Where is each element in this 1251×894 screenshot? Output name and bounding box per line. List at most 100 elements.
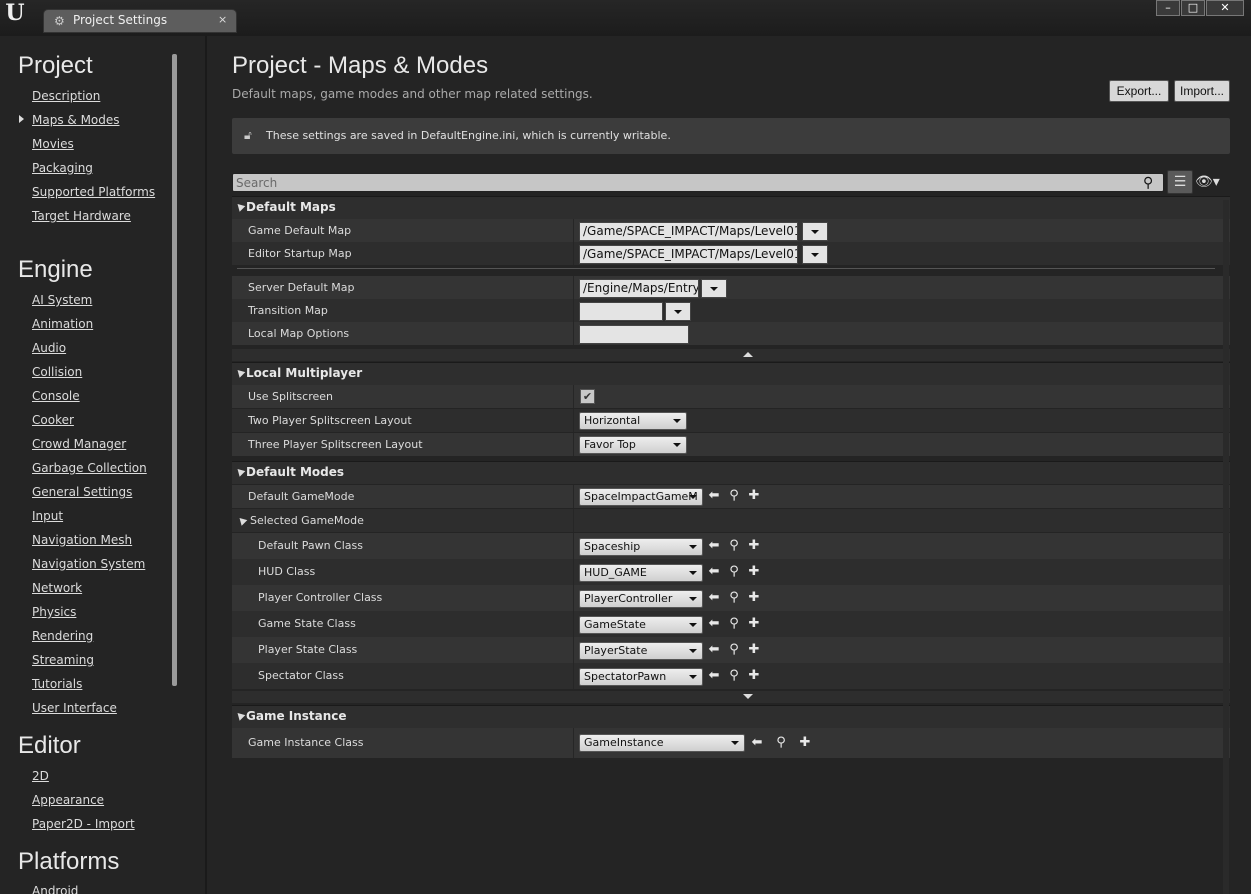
column-splitter[interactable] [573,728,574,758]
minimize-button[interactable]: – [1156,0,1180,16]
sidebar-item-console[interactable]: Console [32,389,80,403]
browse-search-icon[interactable]: ⚲ [774,736,788,750]
sidebar-item-supported-platforms[interactable]: Supported Platforms [32,185,155,199]
sidebar-item-packaging[interactable]: Packaging [32,161,93,175]
sidebar-item-target-hardware[interactable]: Target Hardware [32,209,131,223]
sidebar-item-ai-system[interactable]: AI System [32,293,92,307]
default-pawn-class-select[interactable]: Spaceship [579,538,703,556]
use-selected-arrow-icon[interactable]: ⬅ [707,617,721,631]
hud-class-select[interactable]: HUD_GAME [579,564,703,582]
section-default-modes[interactable]: Default Modes [232,461,1230,484]
sidebar-item-input[interactable]: Input [32,509,63,523]
browse-search-icon[interactable]: ⚲ [727,669,741,683]
search-icon[interactable]: ⚲ [1143,175,1159,191]
three-player-layout-select[interactable]: Favor Top [579,436,687,454]
sidebar-item-movies[interactable]: Movies [32,137,74,151]
use-selected-arrow-icon[interactable]: ⬅ [750,736,764,750]
add-plus-icon[interactable]: ✚ [798,736,812,750]
close-window-button[interactable]: ✕ [1206,0,1244,16]
sidebar-item-navigation-system[interactable]: Navigation System [32,557,145,571]
column-splitter[interactable] [573,385,574,408]
tab-close-icon[interactable]: × [218,13,227,26]
sidebar-item-garbage-collection[interactable]: Garbage Collection [32,461,147,475]
browse-search-icon[interactable]: ⚲ [727,539,741,553]
add-plus-icon[interactable]: ✚ [747,539,761,553]
column-splitter[interactable] [573,611,574,637]
column-splitter[interactable] [573,409,574,432]
import-button[interactable]: Import... [1174,80,1230,102]
list-view-button[interactable]: ☰ [1167,170,1193,194]
section-game-instance[interactable]: Game Instance [232,705,1230,728]
player-state-class-select[interactable]: PlayerState [579,642,703,660]
sidebar-item-cooker[interactable]: Cooker [32,413,74,427]
sidebar-item-network[interactable]: Network [32,581,82,595]
sidebar-item-crowd-manager[interactable]: Crowd Manager [32,437,126,451]
column-splitter[interactable] [573,663,574,689]
sidebar-item-collision[interactable]: Collision [32,365,82,379]
add-plus-icon[interactable]: ✚ [747,591,761,605]
player-controller-class-select[interactable]: PlayerController [579,590,703,608]
column-splitter[interactable] [573,322,574,345]
sidebar-item-description[interactable]: Description [32,89,100,103]
column-splitter[interactable] [573,533,574,559]
local-map-options-input[interactable] [579,325,689,344]
sidebar-item-general-settings[interactable]: General Settings [32,485,132,499]
column-splitter[interactable] [573,637,574,663]
default-gamemode-select[interactable]: SpaceImpactGameM [579,488,703,506]
use-selected-arrow-icon[interactable]: ⬅ [707,565,721,579]
row-selected-gamemode[interactable]: Selected GameMode [232,509,1230,532]
sidebar-item-streaming[interactable]: Streaming [32,653,94,667]
column-splitter[interactable] [573,509,574,532]
use-selected-arrow-icon[interactable]: ⬅ [707,539,721,553]
column-splitter[interactable] [573,299,574,322]
add-plus-icon[interactable]: ✚ [747,643,761,657]
browse-search-icon[interactable]: ⚲ [727,643,741,657]
transition-map-field[interactable] [579,302,663,321]
advanced-expand-bar[interactable] [232,691,1230,703]
use-splitscreen-checkbox[interactable]: ✔ [580,389,595,404]
search-box[interactable]: ⚲ [232,173,1164,192]
two-player-layout-select[interactable]: Horizontal [579,412,687,430]
add-plus-icon[interactable]: ✚ [747,617,761,631]
add-plus-icon[interactable]: ✚ [747,669,761,683]
browse-search-icon[interactable]: ⚲ [727,617,741,631]
column-splitter[interactable] [573,433,574,456]
browse-search-icon[interactable]: ⚲ [727,591,741,605]
column-splitter[interactable] [573,219,574,242]
use-selected-arrow-icon[interactable]: ⬅ [707,591,721,605]
browse-search-icon[interactable]: ⚲ [727,489,741,503]
tab-project-settings[interactable]: ⚙ Project Settings × [44,10,236,32]
sidebar-item-tutorials[interactable]: Tutorials [32,677,82,691]
maximize-button[interactable]: □ [1181,0,1205,16]
use-selected-arrow-icon[interactable]: ⬅ [707,643,721,657]
advanced-collapse-bar[interactable] [232,349,1230,361]
sidebar-item-audio[interactable]: Audio [32,341,66,355]
server-default-map-field[interactable]: /Engine/Maps/Entry [579,279,699,298]
column-splitter[interactable] [573,585,574,611]
spectator-class-select[interactable]: SpectatorPawn [579,668,703,686]
sidebar-item-maps-modes[interactable]: Maps & Modes [32,113,120,127]
export-button[interactable]: Export... [1109,80,1169,102]
sidebar-item-2d[interactable]: 2D [32,769,49,783]
add-plus-icon[interactable]: ✚ [747,565,761,579]
sidebar-item-paper2d-import[interactable]: Paper2D - Import [32,817,135,831]
section-default-maps[interactable]: Default Maps [232,196,1230,219]
map-dropdown-button[interactable] [802,222,828,241]
map-dropdown-button[interactable] [802,245,828,264]
use-selected-arrow-icon[interactable]: ⬅ [707,489,721,503]
editor-startup-map-field[interactable]: /Game/SPACE_IMPACT/Maps/Level01 [579,245,798,264]
sidebar-item-appearance[interactable]: Appearance [32,793,104,807]
map-dropdown-button[interactable] [701,279,727,298]
use-selected-arrow-icon[interactable]: ⬅ [707,669,721,683]
sidebar-item-physics[interactable]: Physics [32,605,76,619]
browse-search-icon[interactable]: ⚲ [727,565,741,579]
game-default-map-field[interactable]: /Game/SPACE_IMPACT/Maps/Level01 [579,222,798,241]
map-dropdown-button[interactable] [665,302,691,321]
sidebar-item-android[interactable]: Android [32,884,78,894]
details-scrollbar[interactable] [1223,200,1229,894]
sidebar-scrollbar[interactable] [172,54,177,686]
column-splitter[interactable] [573,485,574,508]
game-state-class-select[interactable]: GameState [579,616,703,634]
sidebar-item-rendering[interactable]: Rendering [32,629,93,643]
add-plus-icon[interactable]: ✚ [747,489,761,503]
